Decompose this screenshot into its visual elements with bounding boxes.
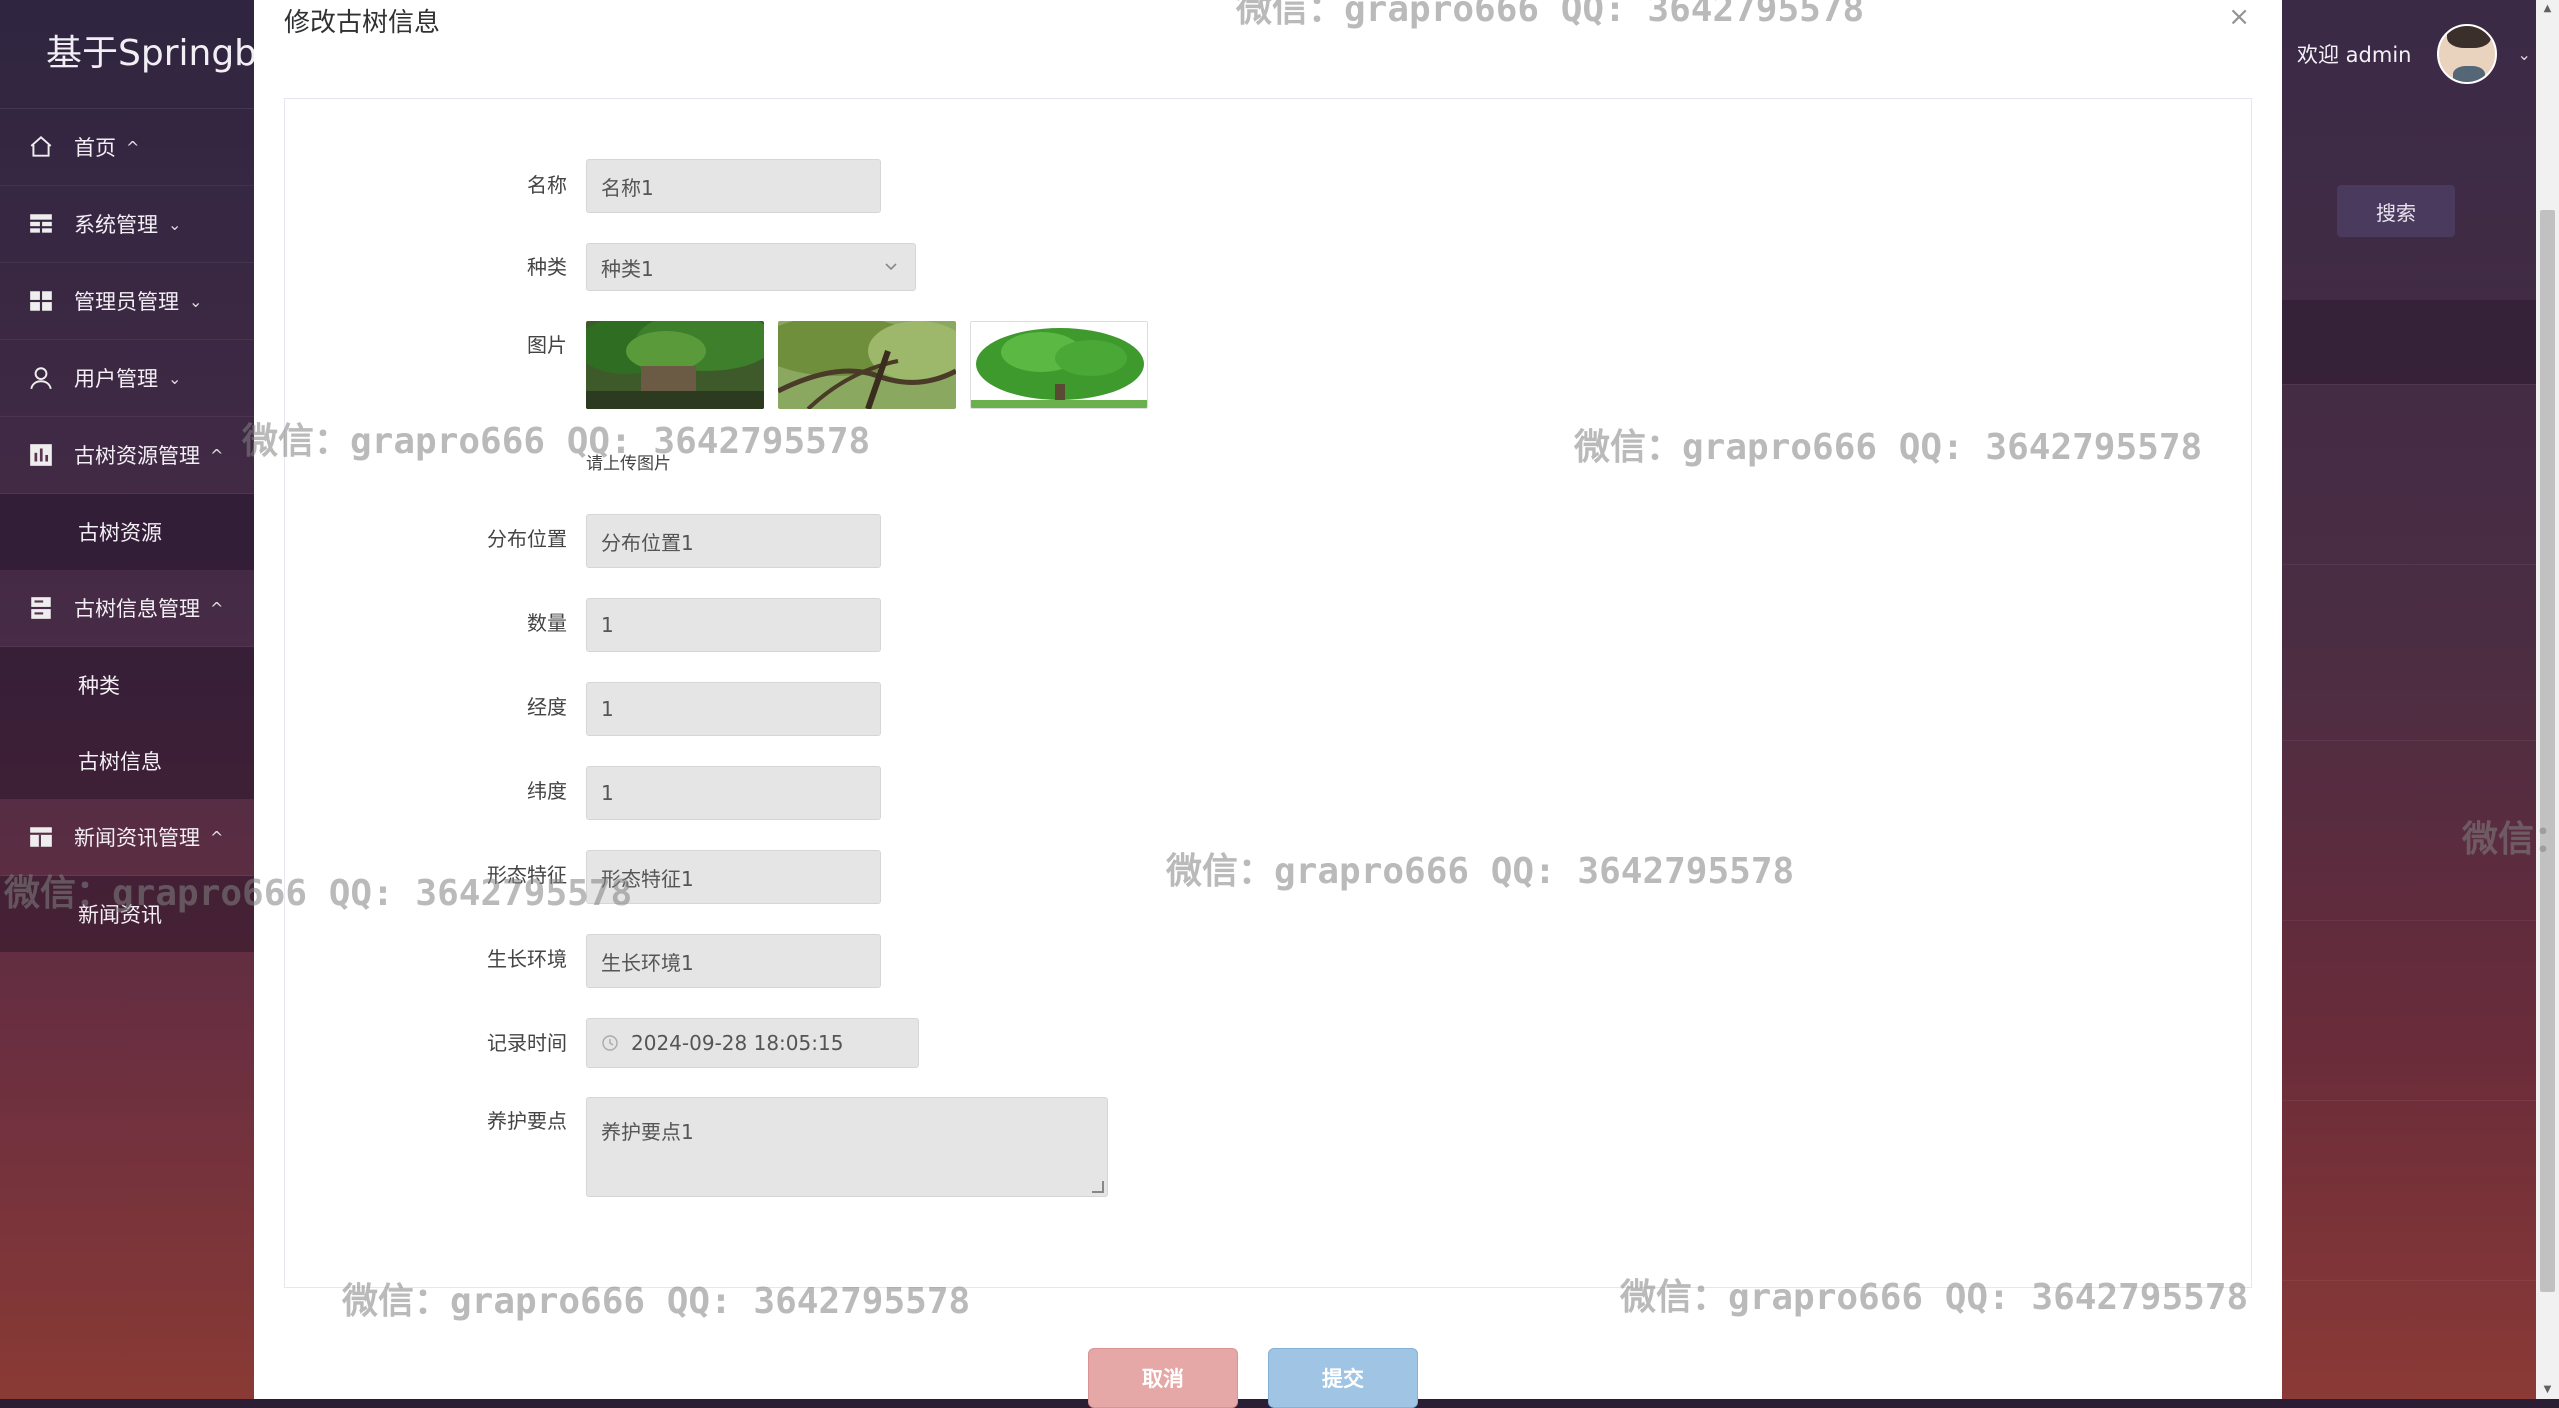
sidebar-item-label: 古树资源 <box>78 521 162 545</box>
avatar <box>2437 24 2498 84</box>
sidebar-item-tree-info[interactable]: 古树信息管理 ^ <box>0 570 254 647</box>
user-icon <box>26 363 56 393</box>
category-select-value: 种类1 <box>601 256 654 281</box>
sidebar-item-label: 系统管理 <box>74 213 158 237</box>
field-label: 名称 <box>527 173 567 197</box>
sidebar-subitem-category[interactable]: 种类 <box>0 647 254 723</box>
field-label: 形态特征 <box>487 863 567 887</box>
field-label: 养护要点 <box>487 1109 567 1133</box>
form-row-features: 形态特征 <box>285 859 567 888</box>
sidebar-item-label: 新闻资讯管理 <box>74 826 200 850</box>
tree-image-1[interactable] <box>586 321 764 409</box>
grid-icon <box>26 286 56 316</box>
chevron-up-icon: ^ <box>210 598 224 618</box>
field-label: 经度 <box>527 695 567 719</box>
record-time-value: 2024-09-28 18:05:15 <box>631 1031 844 1055</box>
latitude-input[interactable]: 1 <box>586 766 881 820</box>
user-menu[interactable]: 欢迎 admin ⌄ <box>2285 0 2559 108</box>
form-row-location: 分布位置 <box>285 523 567 552</box>
form-row-category: 种类 <box>285 251 567 280</box>
form-row-record-time: 记录时间 <box>285 1027 567 1056</box>
field-label: 分布位置 <box>487 527 567 551</box>
environment-input[interactable]: 生长环境1 <box>586 934 881 988</box>
care-textarea[interactable]: 养护要点1 <box>586 1097 1108 1197</box>
scrollbar-thumb[interactable] <box>2540 210 2555 1292</box>
category-select[interactable]: 种类1 <box>586 243 916 291</box>
chevron-down-icon: ⌄ <box>189 291 203 311</box>
chevron-up-icon: ^ <box>210 827 224 847</box>
quantity-input[interactable]: 1 <box>586 598 881 652</box>
scrollbar[interactable]: ▲ ▼ <box>2536 0 2559 1399</box>
scroll-down-arrow-icon[interactable]: ▼ <box>2536 1381 2559 1399</box>
sidebar-item-news[interactable]: 新闻资讯管理 ^ <box>0 799 254 876</box>
submit-button[interactable]: 提交 <box>1268 1348 1418 1408</box>
chevron-up-icon: ^ <box>210 445 224 465</box>
sidebar-subitem-tree-resource[interactable]: 古树资源 <box>0 494 254 570</box>
record-time-picker[interactable]: 2024-09-28 18:05:15 <box>586 1018 919 1068</box>
chevron-down-icon: ⌄ <box>168 368 182 388</box>
dialog-title: 修改古树信息 <box>284 8 441 38</box>
scroll-up-arrow-icon[interactable]: ▲ <box>2536 0 2559 18</box>
location-input[interactable]: 分布位置1 <box>586 514 881 568</box>
table-icon <box>26 209 56 239</box>
sidebar-subitem-tree-info[interactable]: 古树信息 <box>0 723 254 799</box>
form-row-longitude: 经度 <box>285 691 567 720</box>
edit-dialog: 修改古树信息 × 名称 名称1 种类 种类1 图片 请上传图片 分布位置 分布位… <box>254 0 2282 1408</box>
chevron-up-icon: ^ <box>126 137 140 157</box>
field-label: 纬度 <box>527 779 567 803</box>
field-label: 数量 <box>527 611 567 635</box>
sidebar-item-label: 古树资源管理 <box>74 444 200 468</box>
server-icon <box>26 593 56 623</box>
sidebar-item-label: 种类 <box>78 674 120 698</box>
form-row-name: 名称 <box>285 169 567 198</box>
brand-title: 基于Springbo <box>0 0 254 109</box>
chart-icon <box>26 440 56 470</box>
sidebar-item-home[interactable]: 首页 ^ <box>0 109 254 186</box>
clock-icon <box>601 1034 619 1052</box>
resize-handle-icon[interactable] <box>1092 1181 1104 1193</box>
tree-image-3[interactable] <box>970 321 1148 409</box>
sidebar-item-label: 古树信息管理 <box>74 597 200 621</box>
layout-icon <box>26 822 56 852</box>
sidebar-item-users[interactable]: 用户管理 ⌄ <box>0 340 254 417</box>
search-button[interactable]: 搜索 <box>2337 185 2455 237</box>
longitude-input[interactable]: 1 <box>586 682 881 736</box>
field-label: 记录时间 <box>487 1031 567 1055</box>
form-row-quantity: 数量 <box>285 607 567 636</box>
sidebar-item-tree-resources[interactable]: 古树资源管理 ^ <box>0 417 254 494</box>
home-icon <box>26 132 56 162</box>
sidebar: 基于Springbo 首页 ^ 系统管理 ⌄ 管理员管理 ⌄ 用户管理 ⌄ 古树… <box>0 0 254 1399</box>
tree-image-2[interactable] <box>778 321 956 409</box>
sidebar-subitem-news[interactable]: 新闻资讯 <box>0 876 254 952</box>
name-input[interactable]: 名称1 <box>586 159 881 213</box>
sidebar-item-admin[interactable]: 管理员管理 ⌄ <box>0 263 254 340</box>
form-row-environment: 生长环境 <box>285 943 567 972</box>
chevron-down-icon: ⌄ <box>2517 44 2531 64</box>
edit-form: 名称 名称1 种类 种类1 图片 请上传图片 分布位置 分布位置1 数量 1 经… <box>284 98 2252 1288</box>
field-label: 种类 <box>527 255 567 279</box>
sidebar-item-label: 管理员管理 <box>74 290 179 314</box>
field-label: 图片 <box>527 333 567 357</box>
sidebar-item-label: 古树信息 <box>78 750 162 774</box>
chevron-down-icon <box>883 255 899 279</box>
sidebar-item-system[interactable]: 系统管理 ⌄ <box>0 186 254 263</box>
features-input[interactable]: 形态特征1 <box>586 850 881 904</box>
welcome-text: 欢迎 admin <box>2297 43 2412 67</box>
close-icon[interactable]: × <box>2228 2 2250 32</box>
cancel-button[interactable]: 取消 <box>1088 1348 1238 1408</box>
upload-tip: 请上传图片 <box>586 454 671 474</box>
sidebar-item-label: 首页 <box>74 136 116 160</box>
sidebar-item-label: 用户管理 <box>74 367 158 391</box>
form-row-images: 图片 <box>285 329 567 358</box>
form-row-care: 养护要点 <box>285 1105 567 1134</box>
form-row-latitude: 纬度 <box>285 775 567 804</box>
table-header-bar <box>2282 300 2536 384</box>
field-label: 生长环境 <box>487 947 567 971</box>
chevron-down-icon: ⌄ <box>168 214 182 234</box>
care-textarea-value: 养护要点1 <box>601 1120 694 1144</box>
sidebar-item-label: 新闻资讯 <box>78 903 162 927</box>
